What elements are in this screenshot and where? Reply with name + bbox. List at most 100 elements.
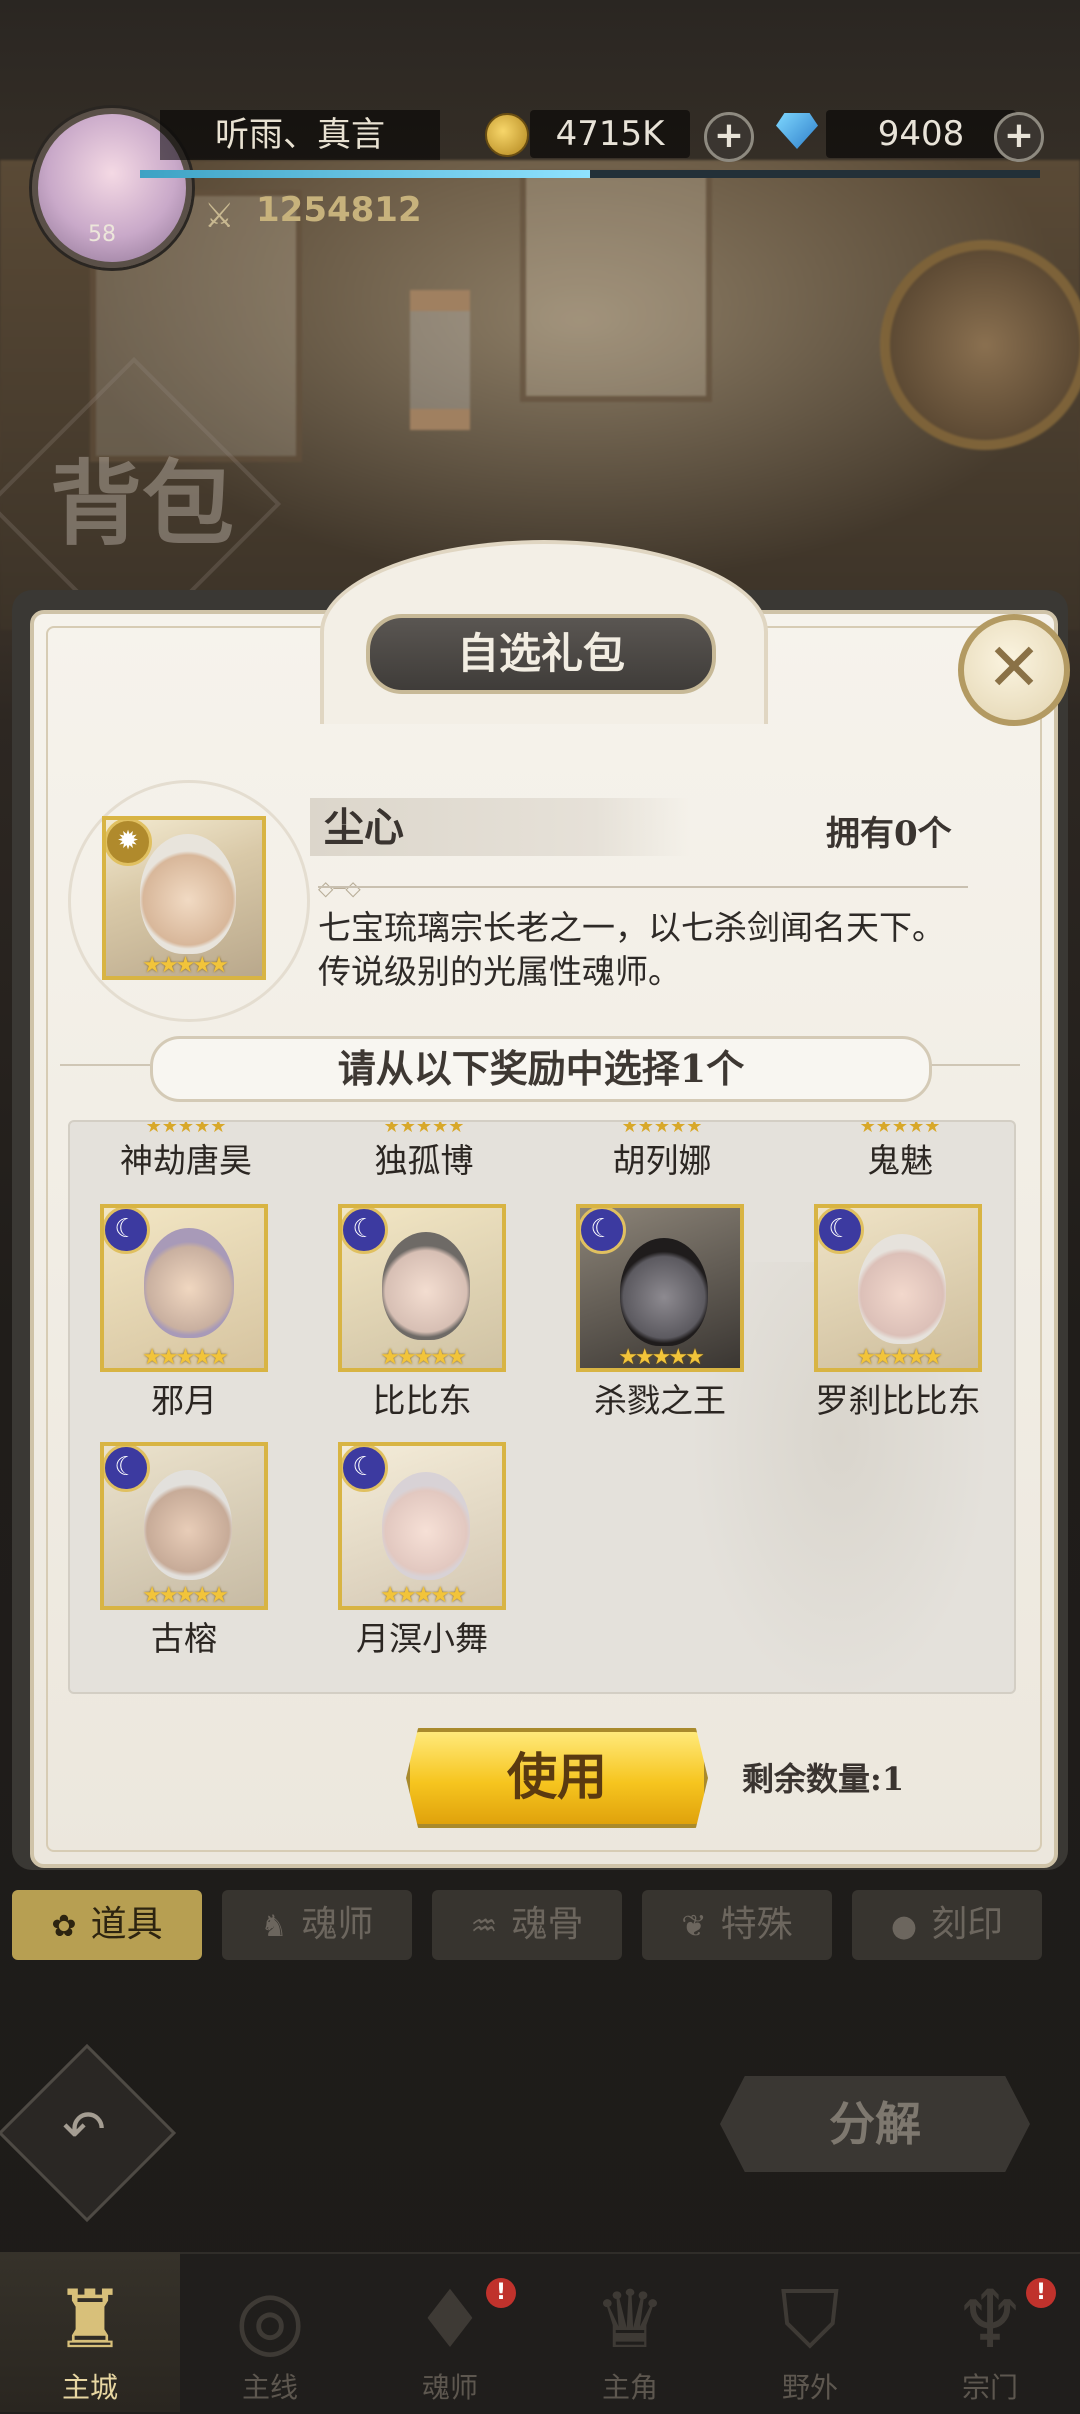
hero-card-rakshasa-bibidong[interactable]: ☾ ★★★★★ 罗刹比比东: [784, 1204, 984, 1434]
nav-main-story[interactable]: ◎ 主线: [180, 2252, 360, 2412]
window-center: [520, 170, 712, 402]
moon-element-icon: ☾: [818, 1208, 864, 1254]
hero-name: 古榕: [151, 1619, 217, 1658]
hero-stars: ★★★★★: [142, 1345, 229, 1370]
hero-stars: ★★★★★: [618, 1345, 705, 1370]
nav-label: 宗门: [961, 2371, 1018, 2404]
imprint-icon: ●: [890, 1909, 918, 1944]
moon-element-icon: ☾: [104, 1446, 150, 1492]
wilderness-icon: ⛉: [780, 2273, 840, 2366]
hero-description: 七宝琉璃宗长老之一，以七杀剑闻名天下。传说级别的光属性魂师。: [318, 908, 945, 991]
nav-label: 主角: [601, 2371, 658, 2404]
hero-portrait: ☾ ★★★★★: [814, 1204, 982, 1372]
diamond-amount: 9408: [826, 110, 1016, 158]
soul-master-icon: ♞: [260, 1909, 288, 1944]
decompose-button[interactable]: 分解: [720, 2076, 1030, 2172]
moon-element-icon: ☾: [580, 1208, 626, 1254]
experience-fill: [140, 170, 590, 178]
hero-name: 罗刹比比东: [815, 1381, 981, 1420]
hero-stars: ★★★★★: [856, 1345, 943, 1370]
hero-card-xieyue[interactable]: ☾ ★★★★★ 邪月: [70, 1204, 270, 1434]
notification-badge: !: [1026, 2278, 1056, 2308]
nav-wilderness[interactable]: ⛉ 野外: [720, 2252, 900, 2412]
hero-name: 杀戮之王: [594, 1381, 726, 1420]
nav-soul-master[interactable]: ♦ ! 魂师: [360, 2252, 540, 2412]
soul-bone-icon: ♒: [470, 1909, 498, 1944]
notification-badge: !: [486, 2278, 516, 2308]
hero-name-top-4[interactable]: 鬼魅: [800, 1134, 1000, 1182]
nav-main-city[interactable]: ♜ 主城: [0, 2252, 180, 2412]
back-arrow-icon[interactable]: ↶: [54, 2100, 114, 2160]
featured-hero-portrait[interactable]: ✹ ★★★★★: [102, 816, 266, 980]
nav-label: 主城: [61, 2371, 118, 2404]
hero-face: [382, 1472, 470, 1580]
hero-name: 月溟小舞: [356, 1619, 488, 1658]
dialog-title: 自选礼包: [366, 614, 716, 694]
story-icon: ◎: [235, 2273, 305, 2366]
tab-special[interactable]: ❦ 特殊: [642, 1890, 832, 1960]
hero-portrait: ☾ ★★★★★: [576, 1204, 744, 1372]
nav-sect[interactable]: ♆ ! 宗门: [900, 2252, 1080, 2412]
hero-name-top-1[interactable]: 神劫唐昊: [86, 1134, 286, 1182]
light-element-icon: ✹: [106, 820, 152, 866]
castle-icon: ♜: [54, 2273, 126, 2366]
hero-face: [144, 1470, 232, 1580]
hero-portrait: ☾ ★★★★★: [100, 1204, 268, 1372]
tab-imprint[interactable]: ● 刻印: [852, 1890, 1042, 1960]
soul-master-nav-icon: ♦: [414, 2273, 486, 2366]
hero-card-bibidong[interactable]: ☾ ★★★★★ 比比东: [308, 1204, 508, 1434]
hero-face: [858, 1234, 946, 1344]
nav-protagonist[interactable]: ♛ 主角: [540, 2252, 720, 2412]
hero-name: 比比东: [372, 1381, 472, 1420]
add-diamond-button[interactable]: +: [994, 112, 1044, 162]
choose-prompt: 请从以下奖励中选择1个: [150, 1036, 932, 1102]
hero-stars: ★★★★★: [142, 1583, 229, 1608]
hero-stars: ★★★★★: [380, 1583, 467, 1608]
gold-coin-icon: [485, 113, 529, 157]
tab-items[interactable]: ✿ 道具: [12, 1890, 202, 1960]
divider: [318, 886, 968, 888]
combat-power: 1254812: [256, 190, 422, 230]
owned-count: 拥有0个: [826, 814, 952, 854]
moon-element-icon: ☾: [342, 1446, 388, 1492]
hero-stars: ★★★★★: [380, 1345, 467, 1370]
gold-amount: 4715K: [530, 110, 690, 158]
hero-name-top-2[interactable]: 独孤博: [324, 1134, 524, 1182]
player-name: 听雨、真言: [160, 110, 440, 160]
nav-label: 魂师: [421, 2371, 478, 2404]
special-icon: ❦: [681, 1909, 707, 1944]
prompt-line-left: [60, 1064, 150, 1066]
reward-grid[interactable]: ★★★★★ ★★★★★ ★★★★★ ★★★★★ 神劫唐昊 独孤博 胡列娜 鬼魅 …: [68, 1120, 1016, 1694]
tab-label: 刻印: [931, 1904, 1004, 1945]
experience-bar: [140, 170, 1040, 178]
nav-label: 野外: [781, 2371, 838, 2404]
moon-element-icon: ☾: [342, 1208, 388, 1254]
hero-face: [144, 1228, 234, 1338]
crossed-swords-icon: ⚔: [204, 196, 235, 236]
category-tabs: ✿ 道具 ♞ 魂师 ♒ 魂骨 ❦ 特殊 ● 刻印: [12, 1890, 1068, 1962]
player-level: 58: [88, 222, 116, 247]
close-button[interactable]: ✕: [958, 614, 1070, 726]
tab-soul-bone[interactable]: ♒ 魂骨: [432, 1890, 622, 1960]
divider-ornament: ◇─◇: [318, 876, 361, 900]
sect-icon: ♆: [954, 2273, 1026, 2366]
featured-stars: ★★★★★: [142, 953, 229, 978]
moon-element-icon: ☾: [104, 1208, 150, 1254]
hero-face: [140, 834, 236, 954]
hero-name-top-3[interactable]: 胡列娜: [562, 1134, 762, 1182]
hero-portrait: ☾ ★★★★★: [100, 1442, 268, 1610]
hero-face: [620, 1238, 708, 1346]
tab-label: 道具: [90, 1904, 163, 1945]
use-button[interactable]: 使用: [406, 1728, 708, 1828]
nav-label: 主线: [241, 2371, 298, 2404]
tab-soul-master[interactable]: ♞ 魂师: [222, 1890, 412, 1960]
tab-label: 特殊: [720, 1904, 793, 1945]
hero-face: [382, 1232, 470, 1340]
hero-card-gurong[interactable]: ☾ ★★★★★ 古榕: [70, 1442, 270, 1672]
tab-label: 魂骨: [511, 1904, 584, 1945]
hero-card-yueming-xiaowu[interactable]: ☾ ★★★★★ 月溟小舞: [308, 1442, 508, 1672]
hero-card-king-of-slaughter[interactable]: ☾ ★★★★★ 杀戮之王: [546, 1204, 746, 1434]
tab-label: 魂师: [301, 1904, 374, 1945]
hero-name: 邪月: [151, 1381, 217, 1420]
add-gold-button[interactable]: +: [704, 112, 754, 162]
